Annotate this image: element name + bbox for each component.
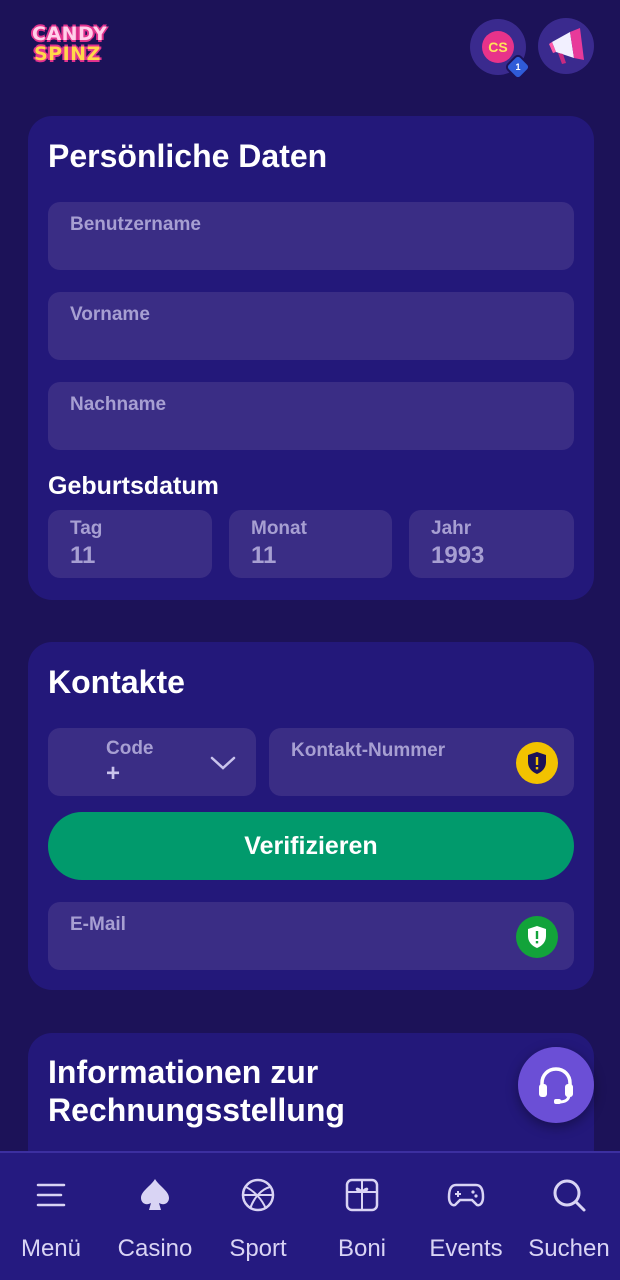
promotions-button[interactable] [538, 18, 594, 74]
birth-day-field[interactable]: Tag 11 [48, 510, 212, 578]
birth-month-field[interactable]: Monat 11 [229, 510, 392, 578]
headset-icon [539, 1067, 573, 1104]
chevron-down-icon [210, 756, 236, 770]
phone-unverified-status [516, 742, 558, 784]
nav-label-sport: Sport [229, 1235, 287, 1262]
search-icon [549, 1175, 589, 1215]
billing-title-line-2: Rechnungsstellung [48, 1092, 345, 1128]
nav-label-search: Suchen [528, 1235, 610, 1262]
logo-line-1: CANDY [32, 23, 108, 45]
email-field[interactable]: E-Mail [48, 902, 574, 970]
candy-spinz-logo[interactable]: CANDY SPINZ [28, 22, 108, 66]
nav-label-bonus: Boni [337, 1235, 387, 1262]
country-code-value: + [106, 760, 121, 787]
nav-label-menu: Menü [20, 1235, 82, 1262]
bottom-navigation: Menü Casino Sport Boni Events Suchen [0, 1151, 620, 1280]
app-header: CANDY SPINZ CS 1 [0, 0, 620, 96]
birth-year-field[interactable]: Jahr 1993 [409, 510, 574, 578]
user-avatar-button[interactable]: CS 1 [470, 19, 533, 82]
username-field[interactable]: Benutzername [48, 202, 574, 270]
nav-item-search[interactable]: Suchen [519, 1153, 619, 1280]
personal-data-title: Persönliche Daten [48, 138, 328, 174]
birth-day-label: Tag [70, 518, 103, 539]
nav-item-events[interactable]: Events [416, 1153, 516, 1280]
nav-item-bonus[interactable]: Boni [312, 1153, 412, 1280]
birth-year-label: Jahr [431, 518, 472, 539]
billing-info-title: Informationen zur Rechnungsstellung [48, 1053, 345, 1129]
email-verified-status [516, 916, 558, 958]
menu-icon [31, 1175, 71, 1215]
firstname-field[interactable]: Vorname [48, 292, 574, 360]
support-chat-button[interactable] [518, 1047, 594, 1123]
shield-check-icon [528, 926, 546, 948]
birth-month-value: 11 [251, 542, 277, 569]
birthdate-label: Geburtsdatum [48, 472, 219, 500]
megaphone-icon [549, 28, 584, 64]
spade-icon [135, 1175, 175, 1215]
shield-warning-icon [528, 752, 546, 774]
gamepad-icon [446, 1175, 486, 1215]
nav-label-events: Events [429, 1235, 503, 1262]
nav-item-menu[interactable]: Menü [1, 1153, 101, 1280]
personal-data-card: Persönliche Daten Benutzername Vorname N… [28, 116, 594, 600]
nav-item-casino[interactable]: Casino [105, 1153, 205, 1280]
lastname-field[interactable]: Nachname [48, 382, 574, 450]
birth-day-value: 11 [70, 542, 96, 569]
logo-line-2: SPINZ [34, 43, 101, 65]
nav-item-sport[interactable]: Sport [208, 1153, 308, 1280]
gift-icon [342, 1175, 382, 1215]
birth-month-label: Monat [251, 518, 307, 539]
billing-title-line-1: Informationen zur [48, 1054, 319, 1090]
phone-number-label: Kontakt-Nummer [291, 740, 446, 761]
lastname-label: Nachname [70, 394, 167, 415]
phone-number-field[interactable]: Kontakt-Nummer [269, 728, 574, 796]
level-badge-count: 1 [515, 62, 521, 72]
country-code-select[interactable]: Code + [48, 728, 256, 796]
country-code-label: Code [106, 738, 154, 759]
ball-icon [238, 1175, 278, 1215]
verify-button[interactable]: Verifizieren [48, 812, 574, 880]
email-label: E-Mail [70, 914, 126, 935]
contacts-title: Kontakte [48, 664, 185, 700]
username-label: Benutzername [70, 214, 201, 235]
contacts-card: Kontakte Code + Kontakt-Nummer Verifizie… [28, 642, 594, 990]
firstname-label: Vorname [70, 304, 150, 325]
birth-year-value: 1993 [431, 542, 485, 569]
nav-label-casino: Casino [117, 1235, 193, 1262]
